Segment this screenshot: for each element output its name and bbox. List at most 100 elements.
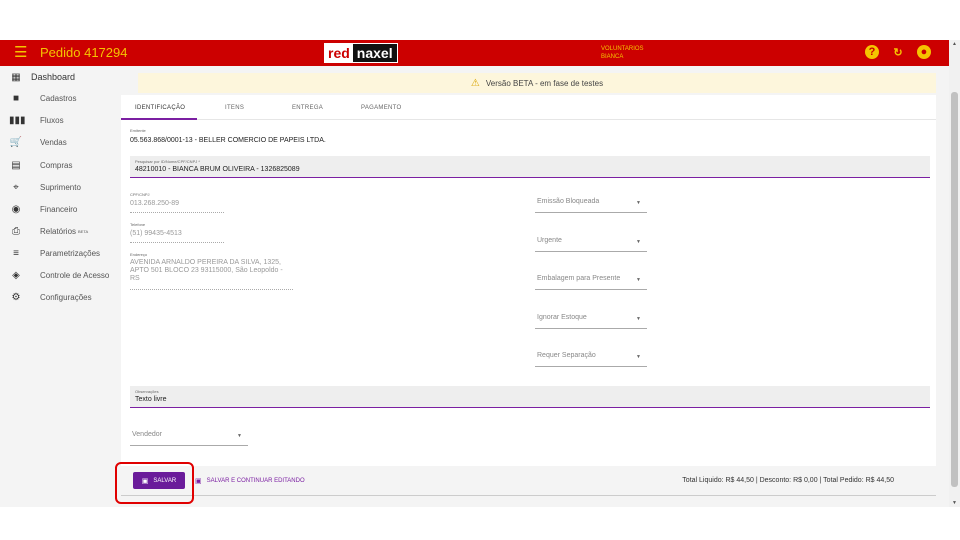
app-window: ☰ Pedido 417294 red naxel VOLUNTARIOS BI… bbox=[0, 40, 949, 507]
sidebar-item-vendas[interactable]: 🛒 Vendas bbox=[0, 132, 118, 152]
user-info: VOLUNTARIOS BIANCA bbox=[601, 45, 644, 61]
shield-icon: ◈ bbox=[12, 269, 20, 281]
refresh-icon[interactable]: ↻ bbox=[891, 45, 905, 59]
print-icon: ⎙ bbox=[12, 225, 20, 237]
sidebar-item-label: Vendas bbox=[40, 137, 67, 147]
dropdown-arrow-icon: ▼ bbox=[636, 316, 641, 322]
emitente-value: 05.563.868/0001-13 - BELLER COMERCIO DE … bbox=[130, 137, 326, 144]
sidebar-item-label: Controle de Acesso bbox=[40, 270, 110, 280]
cliente-search-field[interactable]: Pesquisar por ID/Nome/CPF/CNPJ * 4821001… bbox=[130, 156, 930, 178]
beta-banner: ⚠ Versão BETA - em fase de testes bbox=[138, 73, 936, 93]
select-label: Vendedor bbox=[132, 431, 162, 438]
sidebar-item-cadastros[interactable]: ■ Cadastros bbox=[0, 88, 118, 108]
scroll-down-icon[interactable]: ▼ bbox=[952, 500, 957, 506]
vendedor-select[interactable]: Vendedor ▼ bbox=[130, 424, 248, 446]
dropdown-arrow-icon: ▼ bbox=[636, 200, 641, 206]
page-title: Pedido 417294 bbox=[40, 45, 128, 60]
requer-separacao-select[interactable]: Requer Separação ▼ bbox=[535, 345, 647, 367]
sidebar-item-relatorios[interactable]: ⎙ Relatórios BETA bbox=[0, 221, 118, 241]
select-label: Urgente bbox=[537, 237, 562, 244]
page-scrollbar[interactable]: ▲ ▼ bbox=[949, 40, 960, 507]
beta-badge: BETA bbox=[78, 228, 89, 234]
rednaxel-logo: red naxel bbox=[324, 43, 398, 63]
dollar-icon: ◉ bbox=[11, 203, 21, 215]
dropdown-arrow-icon: ▼ bbox=[636, 277, 641, 283]
cpf-field[interactable]: 013.268.250-89 bbox=[130, 200, 224, 213]
sidebar-item-label: Parametrizações bbox=[40, 248, 101, 258]
account-icon[interactable]: ● bbox=[917, 45, 931, 59]
sidebar-item-compras[interactable]: ▤ Compras bbox=[0, 155, 118, 175]
sidebar-item-label: Dashboard bbox=[31, 72, 76, 82]
cliente-label: Pesquisar por ID/Nome/CPF/CNPJ * bbox=[135, 159, 200, 164]
sliders-icon: ≡ bbox=[13, 247, 19, 259]
sidebar-item-label: Compras bbox=[40, 160, 73, 170]
scroll-up-icon[interactable]: ▲ bbox=[952, 41, 957, 47]
order-form-panel: IDENTIFICAÇÃO ITENS ENTREGA PAGAMENTO Em… bbox=[121, 95, 936, 467]
tab-entrega[interactable]: ENTREGA bbox=[292, 105, 323, 111]
urgente-select[interactable]: Urgente ▼ bbox=[535, 230, 647, 252]
sidebar-item-financeiro[interactable]: ◉ Financeiro bbox=[0, 199, 118, 219]
emissao-bloqueada-select[interactable]: Emissão Bloqueada ▼ bbox=[535, 191, 647, 213]
gear-icon: ⚙ bbox=[11, 291, 21, 303]
tabs: IDENTIFICAÇÃO ITENS ENTREGA PAGAMENTO bbox=[121, 95, 936, 120]
dropdown-arrow-icon: ▼ bbox=[636, 239, 641, 245]
cpf-label: CPF/CNPJ bbox=[130, 192, 150, 197]
sidebar-item-label: Fluxos bbox=[40, 115, 64, 125]
sidebar-item-label: Configurações bbox=[40, 292, 92, 302]
warning-icon: ⚠ bbox=[470, 77, 480, 89]
tab-pagamento[interactable]: PAGAMENTO bbox=[361, 105, 401, 111]
endereco-line-1: AVENIDA ARNALDO PEREIRA DA SILVA, 1325, bbox=[130, 259, 281, 266]
top-bar: ☰ Pedido 417294 red naxel VOLUNTARIOS BI… bbox=[0, 40, 949, 66]
observacoes-label: Observações bbox=[135, 389, 159, 394]
footer-bar: ▣ SALVAR ▣ SALVAR E CONTINUAR EDITANDO T… bbox=[121, 466, 936, 496]
sidebar: ▦ Dashboard ■ Cadastros ▮▮▮ Fluxos 🛒 Ven… bbox=[0, 66, 118, 466]
crop-icon: ⌖ bbox=[13, 181, 19, 193]
menu-icon[interactable]: ☰ bbox=[14, 45, 27, 60]
sidebar-item-suprimento[interactable]: ⌖ Suprimento bbox=[0, 177, 118, 197]
tab-itens[interactable]: ITENS bbox=[225, 105, 244, 111]
sidebar-item-parametrizacoes[interactable]: ≡ Parametrizações bbox=[0, 243, 118, 263]
sidebar-item-label: Relatórios bbox=[40, 226, 77, 236]
banner-text: Versão BETA - em fase de testes bbox=[485, 78, 604, 88]
select-label: Requer Separação bbox=[537, 352, 596, 359]
folder-icon: ■ bbox=[12, 92, 20, 104]
select-label: Embalagem para Presente bbox=[537, 275, 621, 282]
endereco-field[interactable]: AVENIDA ARNALDO PEREIRA DA SILVA, 1325, … bbox=[130, 259, 293, 290]
observacoes-field[interactable]: Observações Texto livre bbox=[130, 386, 930, 408]
order-totals: Total Liquido: R$ 44,50 | Desconto: R$ 0… bbox=[682, 477, 894, 484]
sidebar-item-controle-acesso[interactable]: ◈ Controle de Acesso bbox=[0, 265, 118, 285]
cart-icon: 🛒 bbox=[9, 136, 23, 148]
observacoes-value: Texto livre bbox=[135, 396, 167, 403]
emitente-label: Emitente bbox=[130, 128, 146, 133]
dropdown-arrow-icon: ▼ bbox=[237, 433, 242, 439]
select-label: Emissão Bloqueada bbox=[537, 198, 600, 205]
scrollbar-thumb[interactable] bbox=[951, 92, 958, 487]
sidebar-item-label: Suprimento bbox=[40, 182, 81, 192]
sidebar-item-dashboard[interactable]: ▦ Dashboard bbox=[0, 67, 118, 87]
logo-red: red bbox=[325, 44, 353, 62]
dropdown-arrow-icon: ▼ bbox=[636, 354, 641, 360]
active-tab-indicator bbox=[121, 118, 197, 120]
ignorar-estoque-select[interactable]: Ignorar Estoque ▼ bbox=[535, 307, 647, 329]
building-icon: ▤ bbox=[11, 159, 21, 171]
sidebar-item-label: Cadastros bbox=[40, 93, 77, 103]
sidebar-item-configuracoes[interactable]: ⚙ Configurações bbox=[0, 287, 118, 307]
user-name: BIANCA bbox=[601, 54, 624, 60]
columns-icon: ▮▮▮ bbox=[9, 114, 26, 126]
endereco-line-3: RS bbox=[130, 275, 140, 282]
sidebar-item-label: Financeiro bbox=[40, 204, 78, 214]
telefone-field[interactable]: (51) 99435-4513 bbox=[130, 230, 224, 243]
tab-identificacao[interactable]: IDENTIFICAÇÃO bbox=[135, 105, 185, 111]
save-button-highlight bbox=[115, 462, 194, 504]
sidebar-item-fluxos[interactable]: ▮▮▮ Fluxos bbox=[0, 110, 118, 130]
save-continue-button[interactable]: ▣ SALVAR E CONTINUAR EDITANDO bbox=[195, 472, 305, 489]
cliente-value: 48210010 - BIANCA BRUM OLIVEIRA - 132682… bbox=[135, 166, 300, 173]
endereco-line-2: APTO 501 BLOCO 23 93115000, São Leopoldo… bbox=[130, 267, 283, 274]
user-group: VOLUNTARIOS bbox=[601, 46, 644, 52]
save-continue-label: SALVAR E CONTINUAR EDITANDO bbox=[206, 477, 305, 484]
select-label: Ignorar Estoque bbox=[537, 314, 587, 321]
embalagem-presente-select[interactable]: Embalagem para Presente ▼ bbox=[535, 268, 647, 290]
logo-naxel: naxel bbox=[352, 44, 397, 62]
endereco-label: Endereço bbox=[130, 252, 148, 257]
help-icon[interactable]: ? bbox=[865, 45, 879, 59]
